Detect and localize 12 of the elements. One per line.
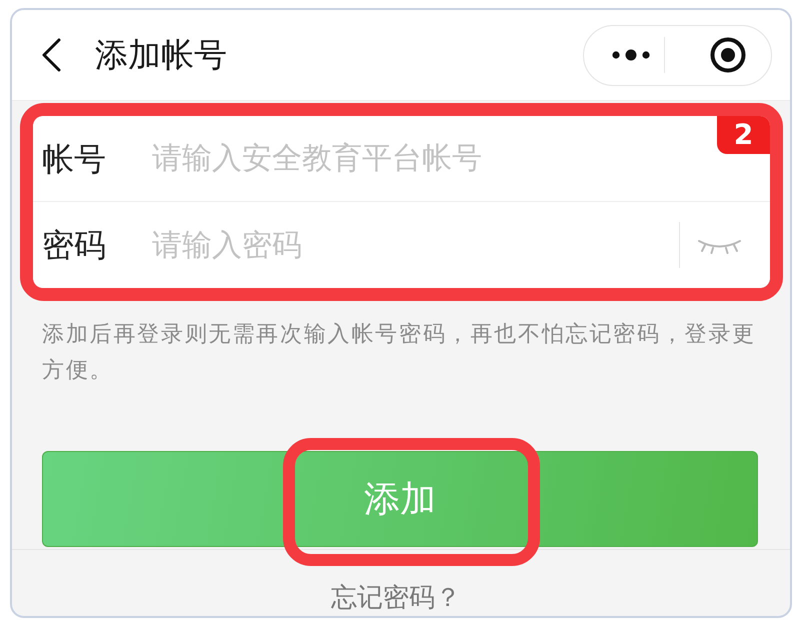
hint-text: 添加后再登录则无需再次输入帐号密码，再也不怕忘记密码，登录更方便。 xyxy=(41,321,757,385)
forgot-password-link[interactable]: 忘记密码？ xyxy=(331,583,461,613)
field-label: 密码 xyxy=(42,225,107,265)
input-field[interactable]: 请输入密码 xyxy=(152,223,671,267)
back-icon[interactable] xyxy=(40,38,62,72)
input-field[interactable]: 请输入安全教育平台帐号 xyxy=(152,136,706,180)
step-badge: 2 xyxy=(717,116,770,154)
more-icon[interactable] xyxy=(611,49,651,61)
page-title: 添加帐号 xyxy=(95,35,227,75)
add-button[interactable]: 添加 xyxy=(42,451,758,547)
field-label: 帐号 xyxy=(42,138,107,178)
target-icon[interactable] xyxy=(710,37,746,73)
